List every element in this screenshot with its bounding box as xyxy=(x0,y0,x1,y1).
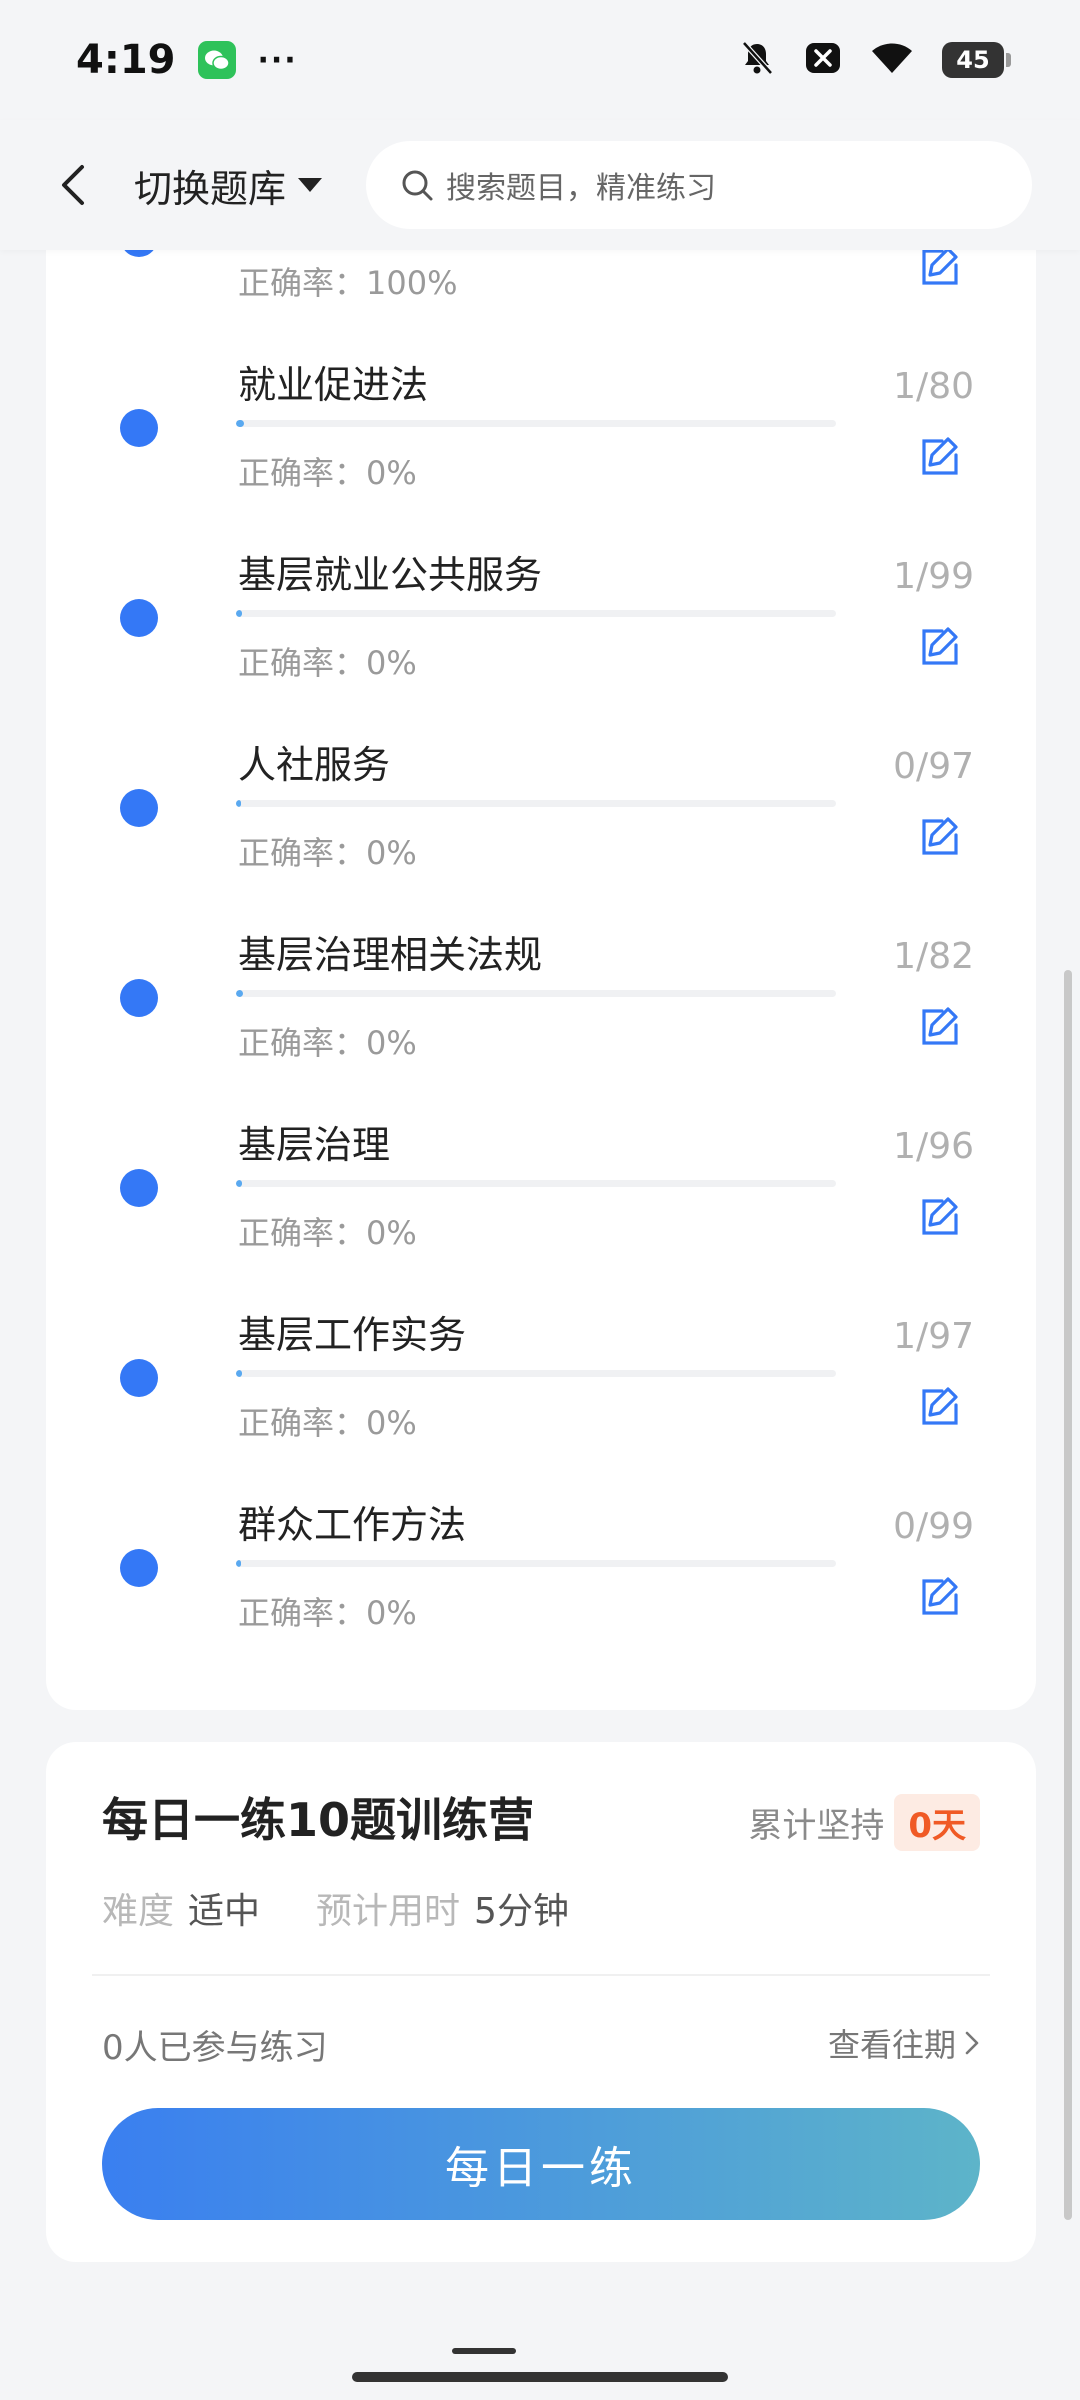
edit-icon[interactable] xyxy=(918,1385,960,1427)
participants-count: 0人已参与练习 xyxy=(102,2028,328,2068)
chevron-left-icon xyxy=(62,165,84,205)
camp-meta: 难度 适中 预计用时 5分钟 xyxy=(102,1882,625,1934)
topic-title: 基层工作实务 xyxy=(238,1313,467,1357)
topic-progress-fill xyxy=(236,1180,243,1187)
edit-icon[interactable] xyxy=(918,1195,960,1237)
topic-accuracy: 正确率：0% xyxy=(238,1024,417,1062)
topic-dot xyxy=(120,1169,158,1207)
caret-down-icon xyxy=(298,178,323,192)
streak-info: 累计坚持 0天 xyxy=(748,1794,980,1851)
status-right: 45 xyxy=(738,39,1011,81)
topic-progress-fill xyxy=(236,420,244,427)
topic-count: 1/80 xyxy=(893,366,974,407)
topic-row[interactable]: 基层治理 正确率：0% 1/96 xyxy=(46,1090,1036,1280)
bank-switch-label: 切换题库 xyxy=(134,166,287,211)
streak-badge: 0天 xyxy=(894,1794,980,1851)
topic-progress-track xyxy=(236,1180,836,1187)
edit-icon[interactable] xyxy=(918,625,960,667)
topic-progress-track xyxy=(236,800,836,807)
switch-question-bank-button[interactable]: 切换题库 xyxy=(134,158,324,213)
topic-title: 基层治理相关法规 xyxy=(238,933,543,977)
topic-list-card: 正确率：100% 就业促进法 正确率：0% 1/80 基层就业公共服务 正确率：… xyxy=(46,200,1036,1710)
scrollbar[interactable] xyxy=(1064,970,1072,2220)
topic-row[interactable]: 基层治理相关法规 正确率：0% 1/82 xyxy=(46,900,1036,1090)
topic-progress-fill xyxy=(236,800,241,807)
chevron-right-icon xyxy=(965,2031,979,2055)
topic-row[interactable]: 基层就业公共服务 正确率：0% 1/99 xyxy=(46,520,1036,710)
edit-icon[interactable] xyxy=(918,1005,960,1047)
topic-progress-track xyxy=(236,420,836,427)
no-sim-icon xyxy=(804,41,842,79)
search-placeholder: 搜索题目，精准练习 xyxy=(446,171,717,206)
more-notifications-icon: ··· xyxy=(257,42,298,78)
status-time: 4:19 xyxy=(76,37,176,83)
search-icon xyxy=(402,170,433,201)
topic-accuracy: 正确率：0% xyxy=(238,644,417,682)
topic-progress-track xyxy=(236,610,836,617)
topic-progress-track xyxy=(236,1560,836,1567)
topic-accuracy: 正确率：0% xyxy=(238,454,417,492)
topic-progress-track xyxy=(236,990,836,997)
topic-title: 群众工作方法 xyxy=(238,1503,467,1547)
mute-bell-icon xyxy=(738,39,776,81)
topic-progress-fill xyxy=(236,1560,241,1567)
estimated-time-label: 预计用时 xyxy=(316,1891,461,1932)
wechat-notification-icon xyxy=(197,41,236,79)
topic-dot xyxy=(120,1359,158,1397)
edit-icon[interactable] xyxy=(918,815,960,857)
streak-label: 累计坚持 xyxy=(748,1806,885,1846)
edit-icon[interactable] xyxy=(918,1575,960,1617)
search-input[interactable]: 搜索题目，精准练习 xyxy=(366,141,1033,229)
topic-count: 1/96 xyxy=(893,1126,974,1167)
home-indicator[interactable] xyxy=(352,2372,728,2382)
topic-row[interactable]: 群众工作方法 正确率：0% 0/99 xyxy=(46,1470,1036,1660)
topic-title: 就业促进法 xyxy=(238,363,429,407)
topic-accuracy: 正确率：0% xyxy=(238,834,417,872)
view-history-label: 查看往期 xyxy=(827,2026,956,2064)
estimated-time-value: 5分钟 xyxy=(474,1891,569,1932)
topic-row[interactable]: 人社服务 正确率：0% 0/97 xyxy=(46,710,1036,900)
topic-count: 1/82 xyxy=(893,936,974,977)
topic-accuracy: 正确率：0% xyxy=(238,1404,417,1442)
topic-count: 1/97 xyxy=(893,1316,974,1357)
topic-title: 基层治理 xyxy=(238,1123,391,1167)
daily-practice-button[interactable]: 每日一练 xyxy=(102,2108,980,2220)
topic-row[interactable]: 基层工作实务 正确率：0% 1/97 xyxy=(46,1280,1036,1470)
topic-progress-fill xyxy=(236,1370,243,1377)
battery-indicator: 45 xyxy=(942,42,1011,78)
topic-accuracy: 正确率：100% xyxy=(238,264,458,302)
topic-progress-fill xyxy=(236,610,243,617)
difficulty-label: 难度 xyxy=(102,1891,175,1932)
daily-practice-camp-card: 每日一练10题训练营 累计坚持 0天 难度 适中 预计用时 5分钟 0人已参与练… xyxy=(46,1742,1036,2262)
status-bar: 4:19 ··· 45 xyxy=(0,0,1080,120)
topic-title: 基层就业公共服务 xyxy=(238,553,543,597)
topic-title: 人社服务 xyxy=(238,743,391,787)
wifi-icon xyxy=(870,41,914,79)
edit-icon[interactable] xyxy=(918,435,960,477)
topic-count: 0/99 xyxy=(893,1506,974,1547)
topic-count: 1/99 xyxy=(893,556,974,597)
back-button[interactable] xyxy=(38,150,108,220)
topic-row[interactable]: 就业促进法 正确率：0% 1/80 xyxy=(46,330,1036,520)
topic-dot xyxy=(120,789,158,827)
topic-accuracy: 正确率：0% xyxy=(238,1594,417,1632)
topic-dot xyxy=(120,409,158,447)
status-left: 4:19 ··· xyxy=(76,37,298,83)
topic-count: 0/97 xyxy=(893,746,974,787)
difficulty-value: 适中 xyxy=(188,1891,261,1932)
topic-dot xyxy=(120,599,158,637)
bottom-tab-peek xyxy=(452,2348,516,2354)
topic-progress-fill xyxy=(236,990,244,997)
top-header: 切换题库 搜索题目，精准练习 xyxy=(0,120,1080,250)
view-history-link[interactable]: 查看往期 xyxy=(828,2020,980,2066)
camp-title: 每日一练10题训练营 xyxy=(102,1793,535,1847)
topic-dot xyxy=(120,979,158,1017)
topic-dot xyxy=(120,1549,158,1587)
topic-accuracy: 正确率：0% xyxy=(238,1214,417,1252)
divider xyxy=(92,1974,990,1976)
edit-icon[interactable] xyxy=(918,245,960,287)
topic-progress-track xyxy=(236,1370,836,1377)
